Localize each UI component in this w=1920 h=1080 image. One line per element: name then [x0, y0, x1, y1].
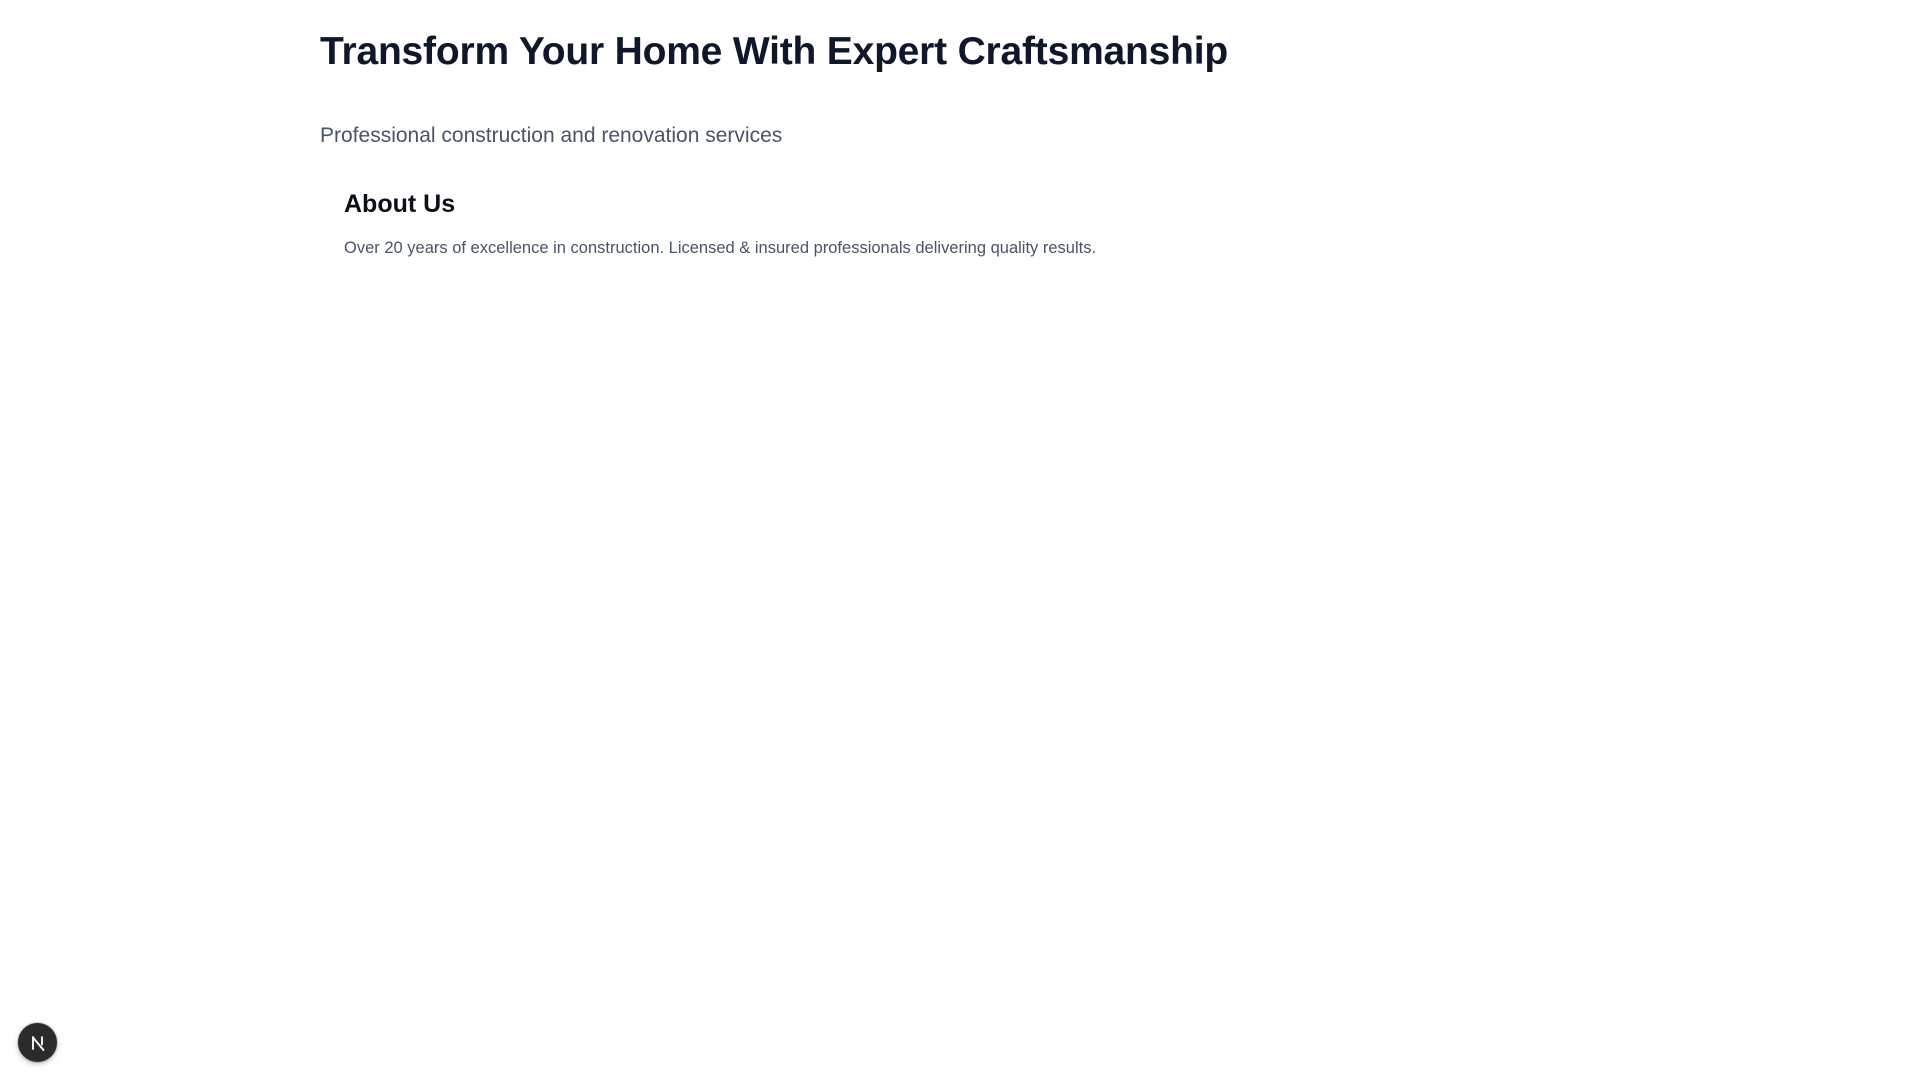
about-title: About Us	[344, 190, 456, 218]
nextjs-logo-icon	[29, 1034, 47, 1052]
page: Transform Your Home With Expert Craftsma…	[0, 0, 1920, 1080]
about-text: Over 20 years of excellence in construct…	[344, 239, 1097, 257]
hero-title: Transform Your Home With Expert Craftsma…	[320, 30, 1229, 73]
about-section: About Us Over 20 years of excellence in …	[344, 188, 1544, 260]
nextjs-dev-tools-button[interactable]	[18, 1023, 57, 1062]
hero-subtitle: Professional construction and renovation…	[320, 124, 783, 147]
hero-section: Transform Your Home With Expert Craftsma…	[320, 0, 1600, 150]
